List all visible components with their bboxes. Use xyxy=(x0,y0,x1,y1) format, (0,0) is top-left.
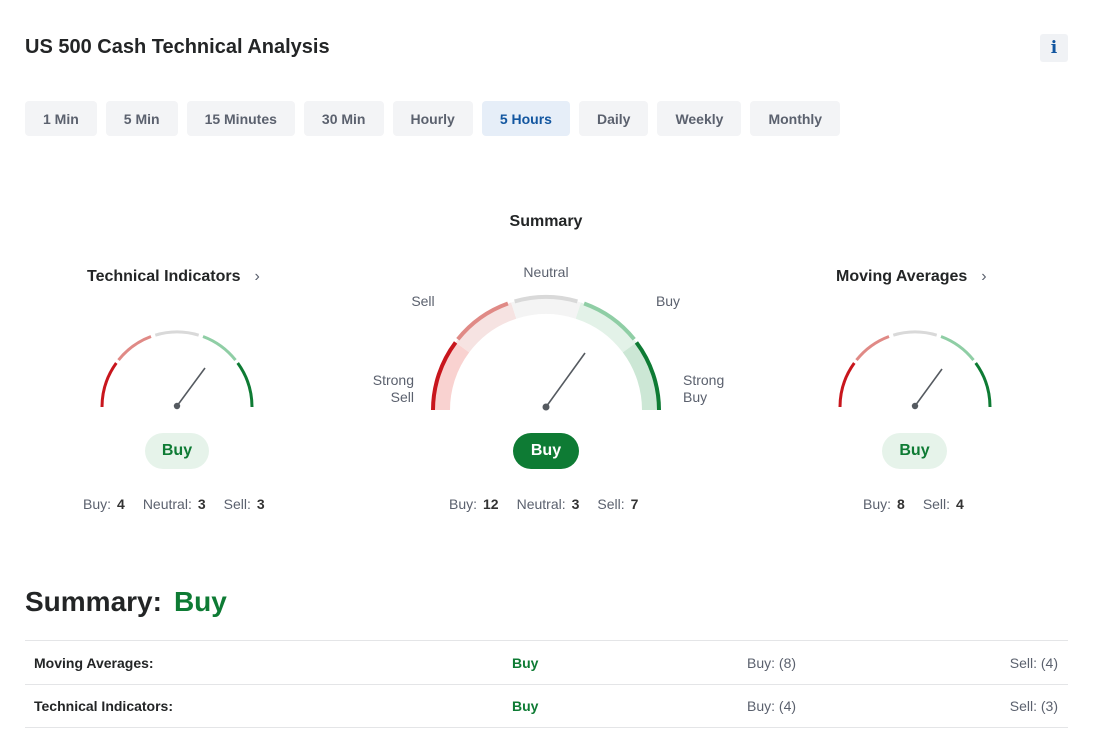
tab-5-min[interactable]: 5 Min xyxy=(105,101,178,136)
technical-indicators-result-badge: Buy xyxy=(145,433,209,469)
moving-averages-link[interactable]: Moving Averages › xyxy=(836,268,987,286)
row-sell-count: Sell: (3) xyxy=(1009,698,1058,714)
row-buy-count: Buy: (8) xyxy=(747,654,797,671)
timeframe-tabs: 1 Min 5 Min 15 Minutes 30 Min Hourly 5 H… xyxy=(25,101,841,136)
summary-gauge xyxy=(431,294,661,411)
tab-daily[interactable]: Daily xyxy=(578,101,649,136)
tab-monthly[interactable]: Monthly xyxy=(750,101,841,136)
technical-indicators-counts: Buy: 4 Neutral: 3 Sell: 3 xyxy=(83,496,265,512)
info-icon[interactable]: i xyxy=(1040,34,1068,62)
summary-heading: Summary: Buy xyxy=(25,586,227,617)
tab-15-minutes[interactable]: 15 Minutes xyxy=(186,101,295,136)
strong-buy-zone-label: Strong Buy xyxy=(683,372,725,405)
gauge-needle xyxy=(914,368,943,407)
chevron-right-icon: › xyxy=(254,268,260,285)
page-title: US 500 Cash Technical Analysis xyxy=(25,36,330,58)
tab-weekly[interactable]: Weekly xyxy=(657,101,742,136)
moving-averages-title: Moving Averages xyxy=(836,268,968,285)
row-buy-count: Buy: (4) xyxy=(747,698,797,714)
table-row: Moving Averages: Buy Buy: (8) Sell: (4) xyxy=(25,640,1068,684)
neutral-zone-label: Neutral xyxy=(523,264,569,280)
moving-averages-gauge xyxy=(838,330,992,410)
moving-averages-result-badge: Buy xyxy=(882,433,947,469)
summary-table: Moving Averages: Buy Buy: (8) Sell: (4) … xyxy=(25,640,1068,728)
row-result: Buy xyxy=(512,698,539,714)
row-name: Moving Averages: xyxy=(34,654,154,671)
chevron-right-icon: › xyxy=(981,268,987,285)
summary-result-badge: Buy xyxy=(513,433,579,469)
table-row: Technical Indicators: Buy Buy: (4) Sell:… xyxy=(25,684,1068,728)
strong-sell-zone-label: Strong Sell xyxy=(372,372,414,405)
tab-1-min[interactable]: 1 Min xyxy=(25,101,97,136)
summary-value: Buy xyxy=(173,586,227,617)
gauge-needle xyxy=(545,352,586,408)
technical-indicators-title: Technical Indicators xyxy=(87,268,241,285)
tab-5-hours[interactable]: 5 Hours xyxy=(481,101,570,136)
row-sell-count: Sell: (4) xyxy=(1009,654,1058,671)
gauge-band-buy xyxy=(575,302,637,353)
tab-hourly[interactable]: Hourly xyxy=(392,101,473,136)
gauge-band-sell xyxy=(455,302,517,353)
tab-30-min[interactable]: 30 Min xyxy=(303,101,384,136)
row-result: Buy xyxy=(512,654,539,671)
summary-counts: Buy: 12 Neutral: 3 Sell: 7 xyxy=(449,496,639,512)
gauge-needle xyxy=(176,367,206,407)
summary-gauge-title: Summary xyxy=(509,213,583,230)
technical-indicators-gauge xyxy=(100,330,254,410)
technical-indicators-link[interactable]: Technical Indicators › xyxy=(87,268,260,286)
row-name: Technical Indicators: xyxy=(34,698,173,714)
moving-averages-counts: Buy: 8 Sell: 4 xyxy=(863,496,964,512)
